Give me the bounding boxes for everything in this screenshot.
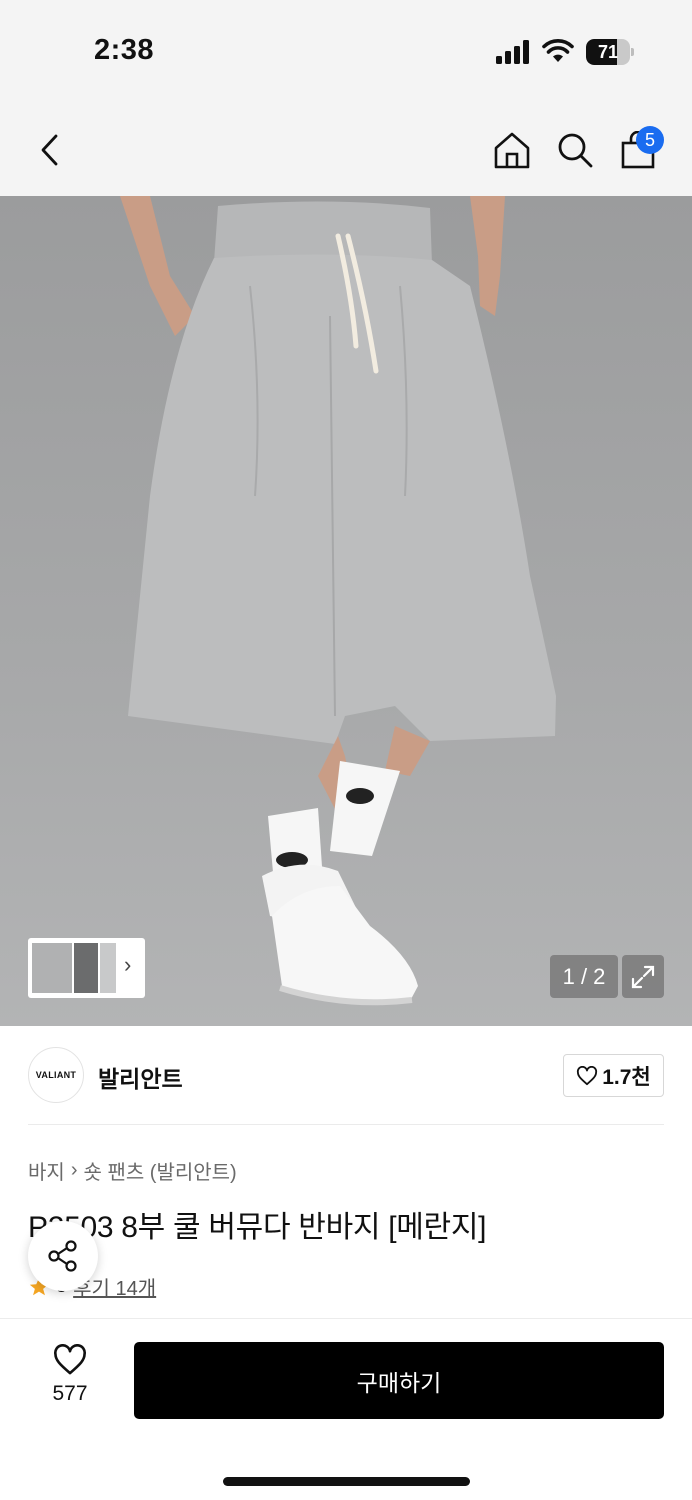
share-button[interactable] xyxy=(28,1221,98,1291)
cart-count-badge: 5 xyxy=(636,126,664,154)
wishlist-count: 577 xyxy=(52,1382,88,1405)
buy-button[interactable]: 구매하기 xyxy=(134,1342,664,1419)
expand-image-button[interactable] xyxy=(622,955,664,998)
thumbnail-2[interactable] xyxy=(74,943,98,993)
home-indicator xyxy=(223,1477,470,1486)
thumbnail-1[interactable] xyxy=(32,943,72,993)
heart-icon xyxy=(577,1065,598,1085)
product-image[interactable] xyxy=(0,196,692,1026)
home-icon xyxy=(494,132,530,169)
thumbnail-3[interactable] xyxy=(100,943,116,993)
wifi-icon xyxy=(542,39,574,62)
home-button[interactable] xyxy=(490,128,534,172)
brand-name[interactable]: 발리안트 xyxy=(98,1060,183,1094)
status-time: 2:38 xyxy=(94,34,155,66)
breadcrumb-separator-icon: › xyxy=(70,1159,78,1181)
search-button[interactable] xyxy=(553,128,597,172)
brand-like-count: 1.7천 xyxy=(602,1065,651,1089)
breadcrumb-subcategory[interactable]: 숏 팬츠 (발리안트) xyxy=(83,1156,236,1185)
product-title: P2503 8부 쿨 버뮤다 반바지 [메란지] xyxy=(28,1211,487,1244)
product-photo xyxy=(120,196,556,1006)
divider xyxy=(28,1124,664,1125)
expand-icon xyxy=(631,965,655,988)
brand-logo-text: VALIANT xyxy=(35,1070,77,1080)
brand-logo[interactable]: VALIANT xyxy=(28,1047,84,1103)
heart-icon xyxy=(54,1344,86,1375)
back-button[interactable] xyxy=(28,128,72,172)
chevron-left-icon xyxy=(41,134,58,166)
search-icon xyxy=(558,133,593,168)
battery-indicator: 71 xyxy=(586,39,634,65)
brand-like-button[interactable]: 1.7천 xyxy=(563,1054,664,1097)
thumbnail-next-icon[interactable]: › xyxy=(124,952,131,978)
cellular-signal-icon xyxy=(496,40,529,64)
breadcrumb: 바지 › 숏 팬츠 (발리안트) xyxy=(28,1156,237,1185)
thumbnail-strip[interactable]: › xyxy=(28,938,145,998)
share-icon xyxy=(48,1240,77,1272)
image-page-counter: 1 / 2 xyxy=(550,955,618,998)
status-bar: 2:38 71 xyxy=(0,0,692,100)
wishlist-button[interactable]: 577 xyxy=(40,1344,100,1414)
breadcrumb-category[interactable]: 바지 xyxy=(28,1156,65,1185)
battery-level: 71 xyxy=(597,42,619,62)
